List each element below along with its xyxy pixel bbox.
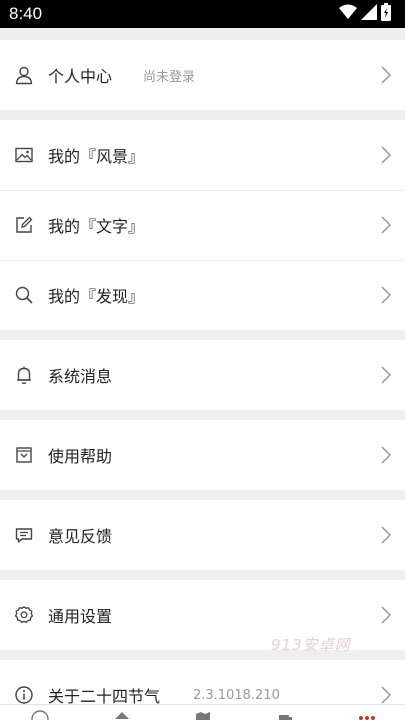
nav-leaf-icon[interactable]	[112, 709, 132, 720]
chevron-right-icon	[379, 215, 393, 235]
menu-item-discover-label: 我的『发现』	[48, 287, 145, 306]
nav-map-icon[interactable]	[193, 709, 213, 720]
my-content-group: 我的『风景』 我的『文字』 我的『发现』	[0, 120, 405, 330]
chevron-right-icon	[379, 65, 393, 85]
chevron-right-icon	[379, 605, 393, 625]
app-version: 2.3.1018.210	[193, 687, 280, 703]
menu-item-profile-label: 个人中心	[48, 67, 113, 86]
chevron-right-icon	[379, 445, 393, 465]
image-icon	[14, 145, 34, 165]
menu-item-help[interactable]: 使用帮助	[0, 420, 405, 490]
chevron-right-icon	[379, 685, 393, 704]
status-icons	[339, 3, 391, 25]
menu-item-settings-label: 通用设置	[48, 607, 113, 626]
menu-item-feedback-label: 意见反馈	[48, 527, 113, 546]
message-icon	[14, 525, 34, 545]
menu-item-discover[interactable]: 我的『发现』	[0, 260, 405, 330]
gear-icon	[14, 605, 34, 625]
profile-group: 个人中心 尚未登录	[0, 40, 405, 110]
menu-item-about[interactable]: 关于二十四节气 2.3.1018.210	[0, 660, 405, 704]
menu-item-profile[interactable]: 个人中心 尚未登录	[0, 40, 405, 110]
notifications-group: 系统消息	[0, 340, 405, 410]
chevron-right-icon	[379, 525, 393, 545]
help-group: 使用帮助	[0, 420, 405, 490]
bottom-nav	[0, 704, 405, 720]
status-bar: 8:40	[0, 0, 405, 28]
wifi-icon	[339, 4, 357, 24]
watermark: 913安卓网	[271, 636, 351, 654]
chevron-right-icon	[379, 365, 393, 385]
menu-item-about-label: 关于二十四节气	[48, 687, 161, 704]
login-status: 尚未登录	[143, 69, 196, 85]
chevron-right-icon	[379, 145, 393, 165]
nav-compass-icon[interactable]	[30, 709, 50, 720]
status-time: 8:40	[9, 4, 43, 23]
nav-cup-icon[interactable]	[275, 709, 295, 720]
menu-item-help-label: 使用帮助	[48, 447, 113, 466]
info-icon	[14, 685, 34, 704]
signal-icon	[361, 4, 377, 24]
nav-more-icon[interactable]	[357, 709, 377, 720]
user-icon	[14, 65, 34, 85]
menu-item-notifications-label: 系统消息	[48, 367, 113, 386]
chevron-right-icon	[379, 285, 393, 305]
feedback-group: 意见反馈	[0, 500, 405, 570]
menu-item-text-label: 我的『文字』	[48, 217, 145, 236]
settings-list: 个人中心 尚未登录 我的『风景』 我的『文字』 我的『发现』 系统消息 使用帮助…	[0, 28, 405, 704]
bell-icon	[14, 365, 34, 385]
menu-item-scenery[interactable]: 我的『风景』	[0, 120, 405, 190]
battery-icon	[381, 3, 391, 25]
menu-item-scenery-label: 我的『风景』	[48, 147, 145, 166]
menu-item-feedback[interactable]: 意见反馈	[0, 500, 405, 570]
search-icon	[14, 285, 34, 305]
about-group: 关于二十四节气 2.3.1018.210	[0, 660, 405, 704]
edit-icon	[14, 215, 34, 235]
menu-item-text[interactable]: 我的『文字』	[0, 190, 405, 260]
help-icon	[14, 445, 34, 465]
menu-item-notifications[interactable]: 系统消息	[0, 340, 405, 410]
